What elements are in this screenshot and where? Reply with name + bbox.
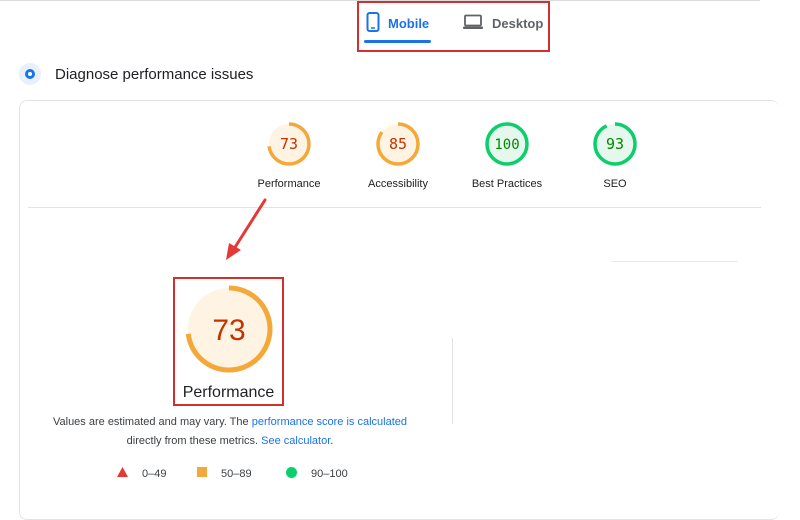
gauge-accessibility-label: Accessibility	[368, 178, 428, 190]
triangle-icon	[117, 467, 128, 480]
section-title: Diagnose performance issues	[55, 66, 254, 83]
performance-score-link[interactable]: performance score is calculated	[252, 416, 407, 428]
gauge-best-practices-value: 100	[494, 137, 519, 153]
column-divider	[452, 338, 453, 424]
gauge-seo[interactable]: 93	[592, 121, 638, 167]
placeholder-line	[612, 261, 738, 262]
gauge-seo-value: 93	[606, 135, 624, 153]
annotation-arrow-icon	[220, 196, 270, 262]
gauge-performance[interactable]: 73	[266, 121, 312, 167]
explanation-text-2: directly from these metrics.	[126, 435, 262, 447]
explanation-text-1: Values are estimated and may vary. The	[52, 416, 252, 428]
legend-fail: 0–49	[117, 467, 166, 480]
diagnose-icon	[19, 63, 41, 85]
see-calculator-link[interactable]: See calculator	[261, 435, 330, 447]
gauge-performance-label: Performance	[257, 178, 321, 190]
circle-icon	[286, 467, 297, 481]
score-explanation: Values are estimated and may vary. The p…	[30, 413, 430, 451]
device-tabs-highlight	[357, 1, 550, 52]
legend-pass-label: 90–100	[311, 468, 348, 480]
gauge-seo-label: SEO	[603, 178, 627, 190]
legend-fail-label: 0–49	[142, 467, 167, 480]
square-icon	[197, 467, 207, 480]
gauges-divider	[28, 207, 761, 208]
legend-pass: 90–100	[286, 467, 348, 481]
gauge-performance-value: 73	[280, 135, 298, 153]
gauge-best-practices-label: Best Practices	[471, 178, 543, 190]
explanation-text-3: .	[330, 435, 334, 447]
legend-average-label: 50–89	[221, 467, 252, 480]
gauge-accessibility[interactable]: 85	[375, 121, 421, 167]
gauge-best-practices[interactable]: 100	[484, 121, 530, 167]
legend-average: 50–89	[197, 467, 252, 480]
main-gauge-highlight	[173, 277, 284, 406]
gauge-accessibility-value: 85	[389, 135, 407, 153]
